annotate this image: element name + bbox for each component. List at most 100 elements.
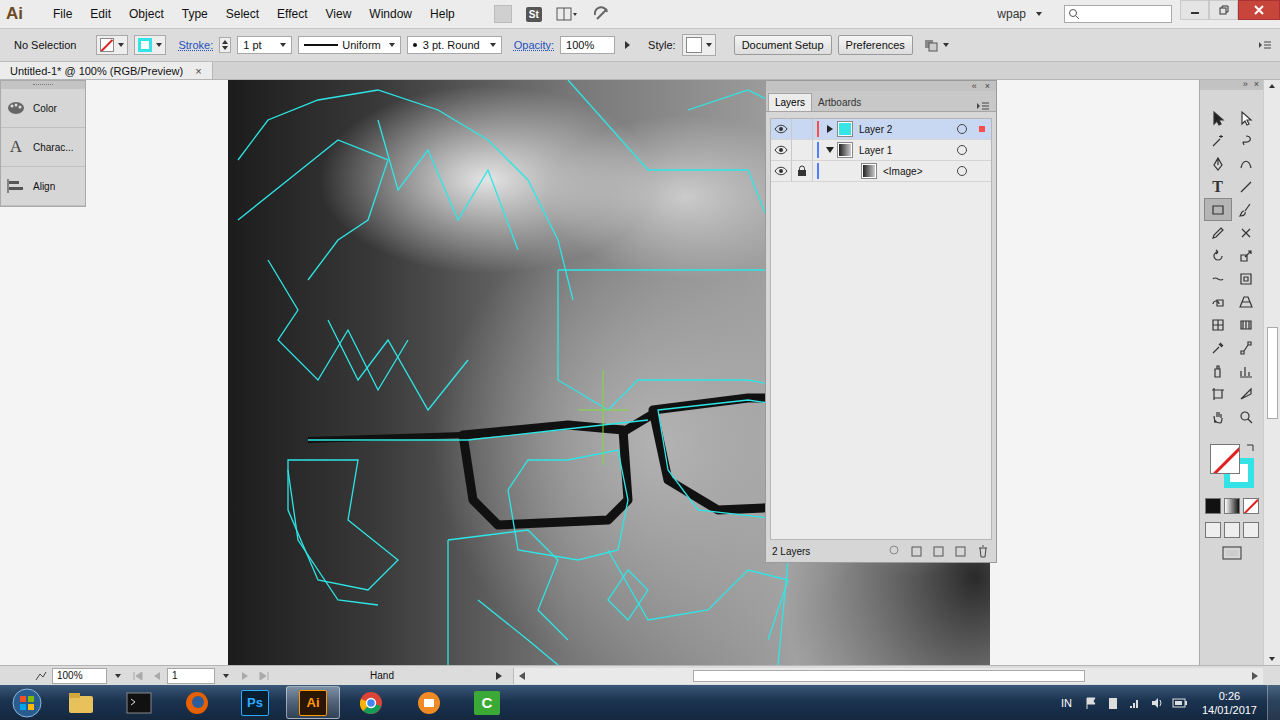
selection-tool[interactable] <box>1204 106 1232 129</box>
delete-icon[interactable] <box>976 544 990 558</box>
none-mode-button[interactable] <box>1243 498 1259 514</box>
sync-icon[interactable] <box>592 5 612 23</box>
free-transform-tool[interactable] <box>1232 267 1260 290</box>
lock-toggle[interactable] <box>792 161 813 181</box>
menu-item[interactable]: Type <box>173 7 217 21</box>
draw-normal-button[interactable] <box>1205 522 1221 538</box>
menu-item[interactable]: Select <box>217 7 268 21</box>
color-mode-button[interactable] <box>1205 498 1221 514</box>
fill-dropdown[interactable] <box>96 35 128 55</box>
new-layer-icon[interactable] <box>954 544 968 558</box>
panel-tab[interactable]: Artboards <box>812 94 867 111</box>
lock-toggle[interactable] <box>792 119 813 139</box>
locate-object-icon[interactable] <box>888 544 902 558</box>
battery-icon[interactable] <box>1172 696 1188 710</box>
eraser-tool[interactable] <box>1232 221 1260 244</box>
device-icon[interactable] <box>1106 696 1120 710</box>
vertical-scrollbar[interactable] <box>1263 80 1280 665</box>
blend-tool[interactable] <box>1232 336 1260 359</box>
selection-indicator[interactable] <box>979 126 985 132</box>
lock-toggle[interactable] <box>792 140 813 160</box>
draw-inside-button[interactable] <box>1243 522 1259 538</box>
target-circle[interactable] <box>957 145 967 155</box>
explorer-taskbar-button[interactable] <box>54 686 108 719</box>
bridge-icon[interactable] <box>494 5 512 23</box>
pen-tool[interactable] <box>1204 152 1232 175</box>
shape-builder-tool[interactable] <box>1204 290 1232 313</box>
panel-menu-icon[interactable] <box>1258 39 1272 51</box>
artboard-tool[interactable] <box>1204 382 1232 405</box>
curvature-tool[interactable] <box>1232 152 1260 175</box>
menu-item[interactable]: Effect <box>268 7 316 21</box>
start-button[interactable] <box>0 688 54 718</box>
show-desktop-button[interactable] <box>1267 685 1280 720</box>
photoshop-taskbar-button[interactable]: Ps <box>228 686 282 719</box>
magic-wand-tool[interactable] <box>1204 129 1232 152</box>
stroke-spinner[interactable] <box>219 37 231 53</box>
panel-title-bar[interactable]: «× <box>766 81 996 91</box>
variable-width-profile[interactable]: Uniform <box>298 36 401 54</box>
target-circle[interactable] <box>957 124 967 134</box>
direct-selection-tool[interactable] <box>1232 106 1260 129</box>
search-field[interactable] <box>1064 5 1172 23</box>
screen-mode-icon[interactable] <box>1222 546 1242 560</box>
gradient-mode-button[interactable] <box>1224 498 1240 514</box>
cmd-taskbar-button[interactable] <box>112 686 166 719</box>
eyedropper-tool[interactable] <box>1204 336 1232 359</box>
scroll-thumb[interactable] <box>1267 327 1278 419</box>
artboard-field[interactable]: 1 <box>167 668 215 684</box>
fill-color-box[interactable] <box>1210 444 1240 474</box>
menu-item[interactable]: Window <box>360 7 421 21</box>
collapsed-panel-button[interactable]: ACharac... <box>1 128 85 167</box>
target-circle[interactable] <box>957 166 967 176</box>
mesh-tool[interactable] <box>1204 313 1232 336</box>
visibility-toggle[interactable] <box>771 140 792 160</box>
menu-item[interactable]: Help <box>421 7 464 21</box>
stroke-label[interactable]: Stroke: <box>178 39 213 51</box>
swap-icon[interactable] <box>1246 442 1256 452</box>
horizontal-scrollbar[interactable] <box>513 668 1263 684</box>
paintbrush-tool[interactable] <box>1232 198 1260 221</box>
artboard-dropdown[interactable] <box>219 674 229 678</box>
zoom-tool[interactable] <box>1232 405 1260 428</box>
expand-toggle[interactable] <box>823 125 837 133</box>
opacity-arrow[interactable] <box>625 41 630 49</box>
type-tool[interactable]: T <box>1204 175 1232 198</box>
stroke-weight-field[interactable]: 1 pt <box>237 36 292 54</box>
selection-indicator[interactable] <box>979 168 985 174</box>
firefox-taskbar-button[interactable] <box>170 686 224 719</box>
last-artboard-button[interactable] <box>255 672 271 680</box>
layer-name[interactable]: Layer 1 <box>859 145 957 156</box>
panel-tab[interactable]: Layers <box>768 93 812 111</box>
document-close-button[interactable]: × <box>195 65 201 77</box>
layer-name[interactable]: <Image> <box>883 166 957 177</box>
language-indicator[interactable]: IN <box>1061 697 1072 709</box>
perspective-tool[interactable] <box>1232 290 1260 313</box>
visibility-toggle[interactable] <box>771 161 792 181</box>
graph-tool[interactable] <box>1232 359 1260 382</box>
minimize-button[interactable] <box>1180 0 1209 20</box>
document-tab[interactable]: Untitled-1* @ 100% (RGB/Preview) × <box>0 62 213 79</box>
volume-icon[interactable] <box>1150 696 1164 710</box>
menu-item[interactable]: Object <box>120 7 173 21</box>
next-artboard-button[interactable] <box>239 672 251 680</box>
style-swatch[interactable] <box>682 34 716 56</box>
draw-behind-button[interactable] <box>1224 522 1240 538</box>
control-button[interactable]: Document Setup <box>734 35 832 55</box>
previous-artboard-button[interactable] <box>151 672 163 680</box>
pencil-tool[interactable] <box>1204 221 1232 244</box>
collapsed-panel-button[interactable]: Color <box>1 89 85 128</box>
action-center-icon[interactable] <box>1084 696 1098 710</box>
search-input[interactable] <box>1083 7 1171 21</box>
rotate-tool[interactable] <box>1204 244 1232 267</box>
arrange-icon[interactable] <box>923 37 953 53</box>
stroke-dropdown[interactable] <box>134 35 166 55</box>
zoom-dropdown[interactable] <box>111 674 121 678</box>
symbol-sprayer-tool[interactable] <box>1204 359 1232 382</box>
expand-toggle[interactable] <box>823 146 837 154</box>
menu-item[interactable]: Edit <box>81 7 120 21</box>
collapsed-panel-button[interactable]: Align <box>1 167 85 206</box>
layer-name[interactable]: Layer 2 <box>859 124 957 135</box>
close-button[interactable] <box>1238 0 1280 20</box>
first-artboard-button[interactable] <box>131 672 147 680</box>
